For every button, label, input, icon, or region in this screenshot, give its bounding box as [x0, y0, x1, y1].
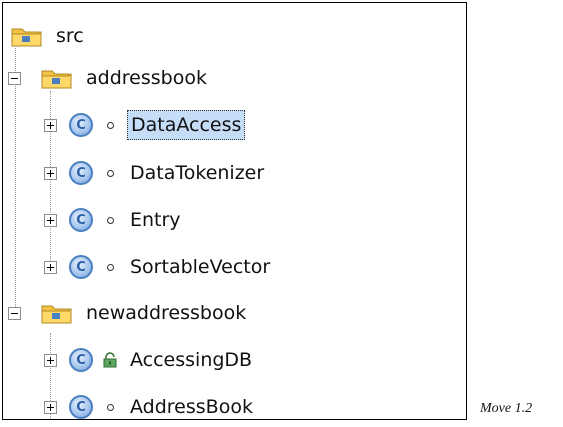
package-folder-icon [41, 67, 73, 89]
tree-item-label: Entry [130, 209, 181, 231]
tree-item-addressbook[interactable]: addressbook [8, 60, 210, 96]
tree-item-label: SortableVector [130, 256, 271, 278]
package-explorer-tree: src addressbook C DataAccess C DataToken… [2, 2, 467, 420]
default-visibility-icon [99, 162, 121, 184]
tree-item-label: AccessingDB [130, 349, 253, 371]
class-icon: C [69, 113, 93, 137]
class-icon: C [69, 395, 93, 419]
expand-toggle-icon[interactable] [44, 166, 57, 180]
expand-toggle-icon[interactable] [44, 353, 57, 367]
tree-item-label: newaddressbook [86, 302, 247, 324]
expand-toggle-icon[interactable] [44, 260, 57, 274]
tree-item-newaddressbook[interactable]: newaddressbook [8, 295, 249, 331]
collapse-toggle-icon[interactable] [8, 306, 21, 320]
collapse-toggle-icon[interactable] [8, 71, 21, 85]
expand-toggle-icon[interactable] [44, 118, 57, 132]
expand-toggle-icon[interactable] [44, 213, 57, 227]
default-visibility-icon [99, 209, 121, 231]
tree-item-accessingdb[interactable]: C AccessingDB [44, 342, 255, 378]
default-visibility-icon [99, 114, 121, 136]
class-icon: C [69, 208, 93, 232]
tree-item-addressbook-class[interactable]: C AddressBook [44, 389, 256, 419]
tree-item-label: addressbook [86, 67, 207, 89]
tree-item-sortablevector[interactable]: C SortableVector [44, 249, 273, 285]
default-visibility-icon [99, 256, 121, 278]
class-icon: C [69, 255, 93, 279]
tree-item-label: DataAccess [127, 110, 246, 140]
tree-item-src[interactable]: src [11, 18, 87, 54]
tree-item-label: DataTokenizer [130, 162, 265, 184]
tree-item-label: AddressBook [130, 396, 253, 418]
class-icon: C [69, 161, 93, 185]
expand-toggle-icon[interactable] [44, 400, 57, 414]
class-icon: C [69, 348, 93, 372]
tree-item-datatokenizer[interactable]: C DataTokenizer [44, 155, 267, 191]
public-lock-icon [99, 349, 121, 371]
figure-caption: Move 1.2 [480, 401, 533, 416]
default-visibility-icon [99, 396, 121, 418]
package-folder-icon [41, 302, 73, 324]
tree-item-label: src [56, 25, 84, 47]
tree-item-dataaccess[interactable]: C DataAccess [44, 107, 246, 143]
package-folder-icon [11, 25, 43, 47]
tree-item-entry[interactable]: C Entry [44, 202, 184, 238]
